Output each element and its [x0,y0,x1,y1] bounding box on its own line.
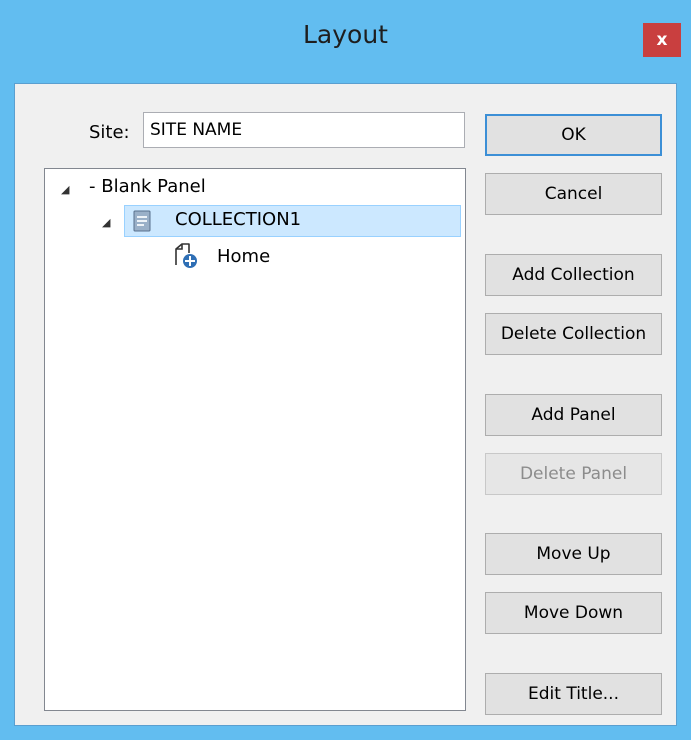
site-name-input[interactable] [143,112,465,148]
collection-icon [133,210,151,232]
close-button[interactable]: x [643,23,681,57]
delete-collection-button[interactable]: Delete Collection [485,313,662,355]
layout-tree[interactable]: ◢ - Blank Panel ◢ COLLECTION1 Home [44,168,466,711]
dialog-body: Site: ◢ - Blank Panel ◢ COLLECTION1 [14,83,677,726]
move-down-button[interactable]: Move Down [485,592,662,634]
site-label: Site: [89,122,130,143]
window-title: Layout [303,20,388,49]
tree-node-collection1[interactable]: COLLECTION1 [175,209,301,230]
expanded-triangle-icon[interactable]: ◢ [61,183,69,196]
home-page-add-icon [175,243,197,268]
add-collection-button[interactable]: Add Collection [485,254,662,296]
layout-dialog: Layout x Site: ◢ - Blank Panel ◢ COLLECT… [0,0,691,740]
edit-title-button[interactable]: Edit Title... [485,673,662,715]
expanded-triangle-icon[interactable]: ◢ [102,216,110,229]
add-panel-button[interactable]: Add Panel [485,394,662,436]
tree-node-home[interactable]: Home [217,246,270,267]
move-up-button[interactable]: Move Up [485,533,662,575]
cancel-button[interactable]: Cancel [485,173,662,215]
title-bar[interactable]: Layout x [0,0,691,82]
delete-panel-button[interactable]: Delete Panel [485,453,662,495]
ok-button[interactable]: OK [485,114,662,156]
tree-node-blank-panel[interactable]: - Blank Panel [89,176,206,197]
